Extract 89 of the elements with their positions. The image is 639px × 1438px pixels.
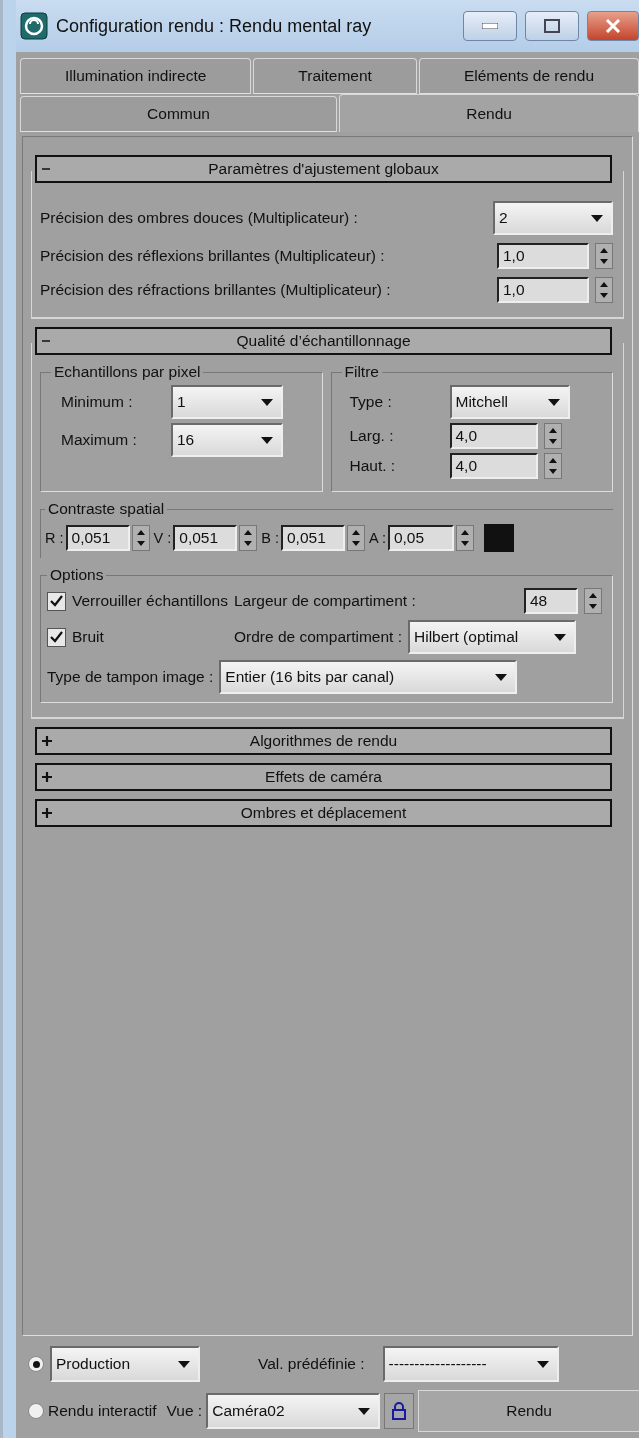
tab[interactable]: Illumination indirecte bbox=[20, 58, 252, 94]
minimize-icon bbox=[482, 23, 498, 29]
number-field[interactable]: 1,0 bbox=[497, 277, 589, 303]
dropdown[interactable]: Entier (16 bits par canal) bbox=[219, 660, 518, 694]
lock-icon bbox=[392, 1402, 407, 1420]
close-button[interactable] bbox=[587, 11, 639, 41]
checkbox-label: Verrouiller échantillons bbox=[72, 592, 228, 610]
color-swatch[interactable] bbox=[483, 524, 514, 552]
setting-label: Largeur de compartiment : bbox=[233, 592, 416, 610]
number-field[interactable]: 4,0 bbox=[449, 453, 538, 479]
rollout-header[interactable]: Effets de caméra bbox=[35, 763, 612, 791]
preset-label: Val. prédéfinie : bbox=[258, 1355, 365, 1373]
minimize-button[interactable] bbox=[463, 11, 517, 41]
view-label: Vue : bbox=[166, 1402, 203, 1420]
spinner-arrows[interactable] bbox=[543, 453, 562, 479]
dropdown[interactable]: 2 bbox=[493, 201, 613, 235]
plus-icon bbox=[42, 772, 52, 782]
setting-label: Minimum : bbox=[61, 393, 134, 411]
caret-icon bbox=[261, 398, 273, 406]
spinner-arrows[interactable] bbox=[455, 525, 474, 551]
radio-label: Rendu interactif bbox=[48, 1402, 157, 1420]
number-field[interactable]: 0,051 bbox=[173, 525, 238, 551]
dropdown[interactable]: 16 bbox=[171, 423, 283, 457]
dropdown[interactable]: Mitchell bbox=[449, 385, 570, 419]
checkbox[interactable] bbox=[47, 627, 66, 647]
setting-label: Haut. : bbox=[349, 457, 397, 475]
rollout-header[interactable]: Paramètres d'ajustement globaux bbox=[35, 155, 612, 183]
close-icon bbox=[605, 19, 621, 33]
spinner-arrows[interactable] bbox=[595, 277, 613, 303]
dropdown[interactable]: ------------------- bbox=[382, 1346, 559, 1382]
number-field[interactable]: 0,05 bbox=[387, 525, 454, 551]
setting-label: Précision des réfractions brillantes (Multiplicateur) : bbox=[40, 281, 391, 299]
number-field[interactable]: 48 bbox=[524, 588, 578, 614]
checkbox-label: Bruit bbox=[72, 628, 104, 646]
spinner-arrows[interactable] bbox=[543, 423, 562, 449]
tab[interactable]: Eléments de rendu bbox=[418, 58, 639, 94]
setting-label: Type : bbox=[349, 393, 393, 411]
number-field[interactable]: 4,0 bbox=[449, 423, 538, 449]
tab[interactable]: Rendu bbox=[339, 94, 639, 132]
maximize-button[interactable] bbox=[525, 11, 579, 41]
group-title: Filtre bbox=[343, 363, 380, 381]
plus-icon bbox=[42, 736, 52, 746]
setting-label: Ordre de compartiment : bbox=[234, 628, 402, 646]
channel-label: V : bbox=[153, 530, 172, 546]
spinner-arrows[interactable] bbox=[347, 525, 365, 551]
number-field[interactable]: 0,051 bbox=[281, 525, 345, 551]
caret-icon bbox=[591, 214, 603, 222]
rollout-header[interactable]: Algorithmes de rendu bbox=[35, 727, 612, 755]
setting-label: Type de tampon image : bbox=[47, 668, 214, 686]
caret-icon bbox=[261, 436, 273, 444]
number-field[interactable]: 1,0 bbox=[497, 243, 589, 269]
spinner-arrows[interactable] bbox=[584, 588, 602, 614]
channel-label: B : bbox=[261, 530, 279, 546]
channel-label: A : bbox=[369, 530, 386, 546]
spinner-arrows[interactable] bbox=[595, 243, 613, 269]
render-button[interactable]: Rendu bbox=[418, 1390, 639, 1432]
caret-icon bbox=[547, 398, 560, 406]
dropdown[interactable]: Production bbox=[50, 1346, 200, 1382]
number-field[interactable]: 0,051 bbox=[65, 525, 130, 551]
window-title: Configuration rendu : Rendu mental ray bbox=[56, 15, 373, 37]
rollout-header[interactable]: Qualité d’échantillonnage bbox=[35, 327, 612, 355]
checkbox[interactable] bbox=[47, 591, 66, 611]
dropdown[interactable]: 1 bbox=[171, 385, 283, 419]
spinner-arrows[interactable] bbox=[131, 525, 150, 551]
group-title: Contraste spatial bbox=[47, 500, 166, 518]
radio-button[interactable] bbox=[28, 1403, 44, 1419]
app-icon bbox=[20, 12, 48, 40]
setting-label: Précision des ombres douces (Multiplicateur) : bbox=[40, 209, 358, 227]
channel-label: R : bbox=[45, 530, 64, 546]
group-title: Options bbox=[49, 566, 105, 584]
caret-icon bbox=[554, 633, 566, 641]
maximize-icon bbox=[544, 19, 560, 33]
dropdown[interactable]: Hilbert (optimal bbox=[408, 620, 576, 654]
caret-icon bbox=[536, 1360, 549, 1368]
spinner-arrows[interactable] bbox=[239, 525, 258, 551]
dropdown[interactable]: Caméra02 bbox=[206, 1393, 381, 1429]
setting-label: Larg. : bbox=[349, 427, 395, 445]
plus-icon bbox=[42, 808, 52, 818]
caret-icon bbox=[495, 673, 508, 681]
setting-label: Maximum : bbox=[61, 431, 138, 449]
tab[interactable]: Commun bbox=[20, 96, 338, 132]
tab[interactable]: Traitement bbox=[253, 58, 417, 94]
caret-icon bbox=[358, 1407, 371, 1415]
group-title: Echantillons par pixel bbox=[53, 363, 202, 381]
lock-button[interactable] bbox=[384, 1393, 415, 1429]
caret-icon bbox=[178, 1360, 190, 1368]
rollout-header[interactable]: Ombres et déplacement bbox=[35, 799, 612, 827]
setting-label: Précision des réflexions brillantes (Multiplicateur) : bbox=[40, 247, 385, 265]
radio-button[interactable] bbox=[28, 1356, 44, 1372]
